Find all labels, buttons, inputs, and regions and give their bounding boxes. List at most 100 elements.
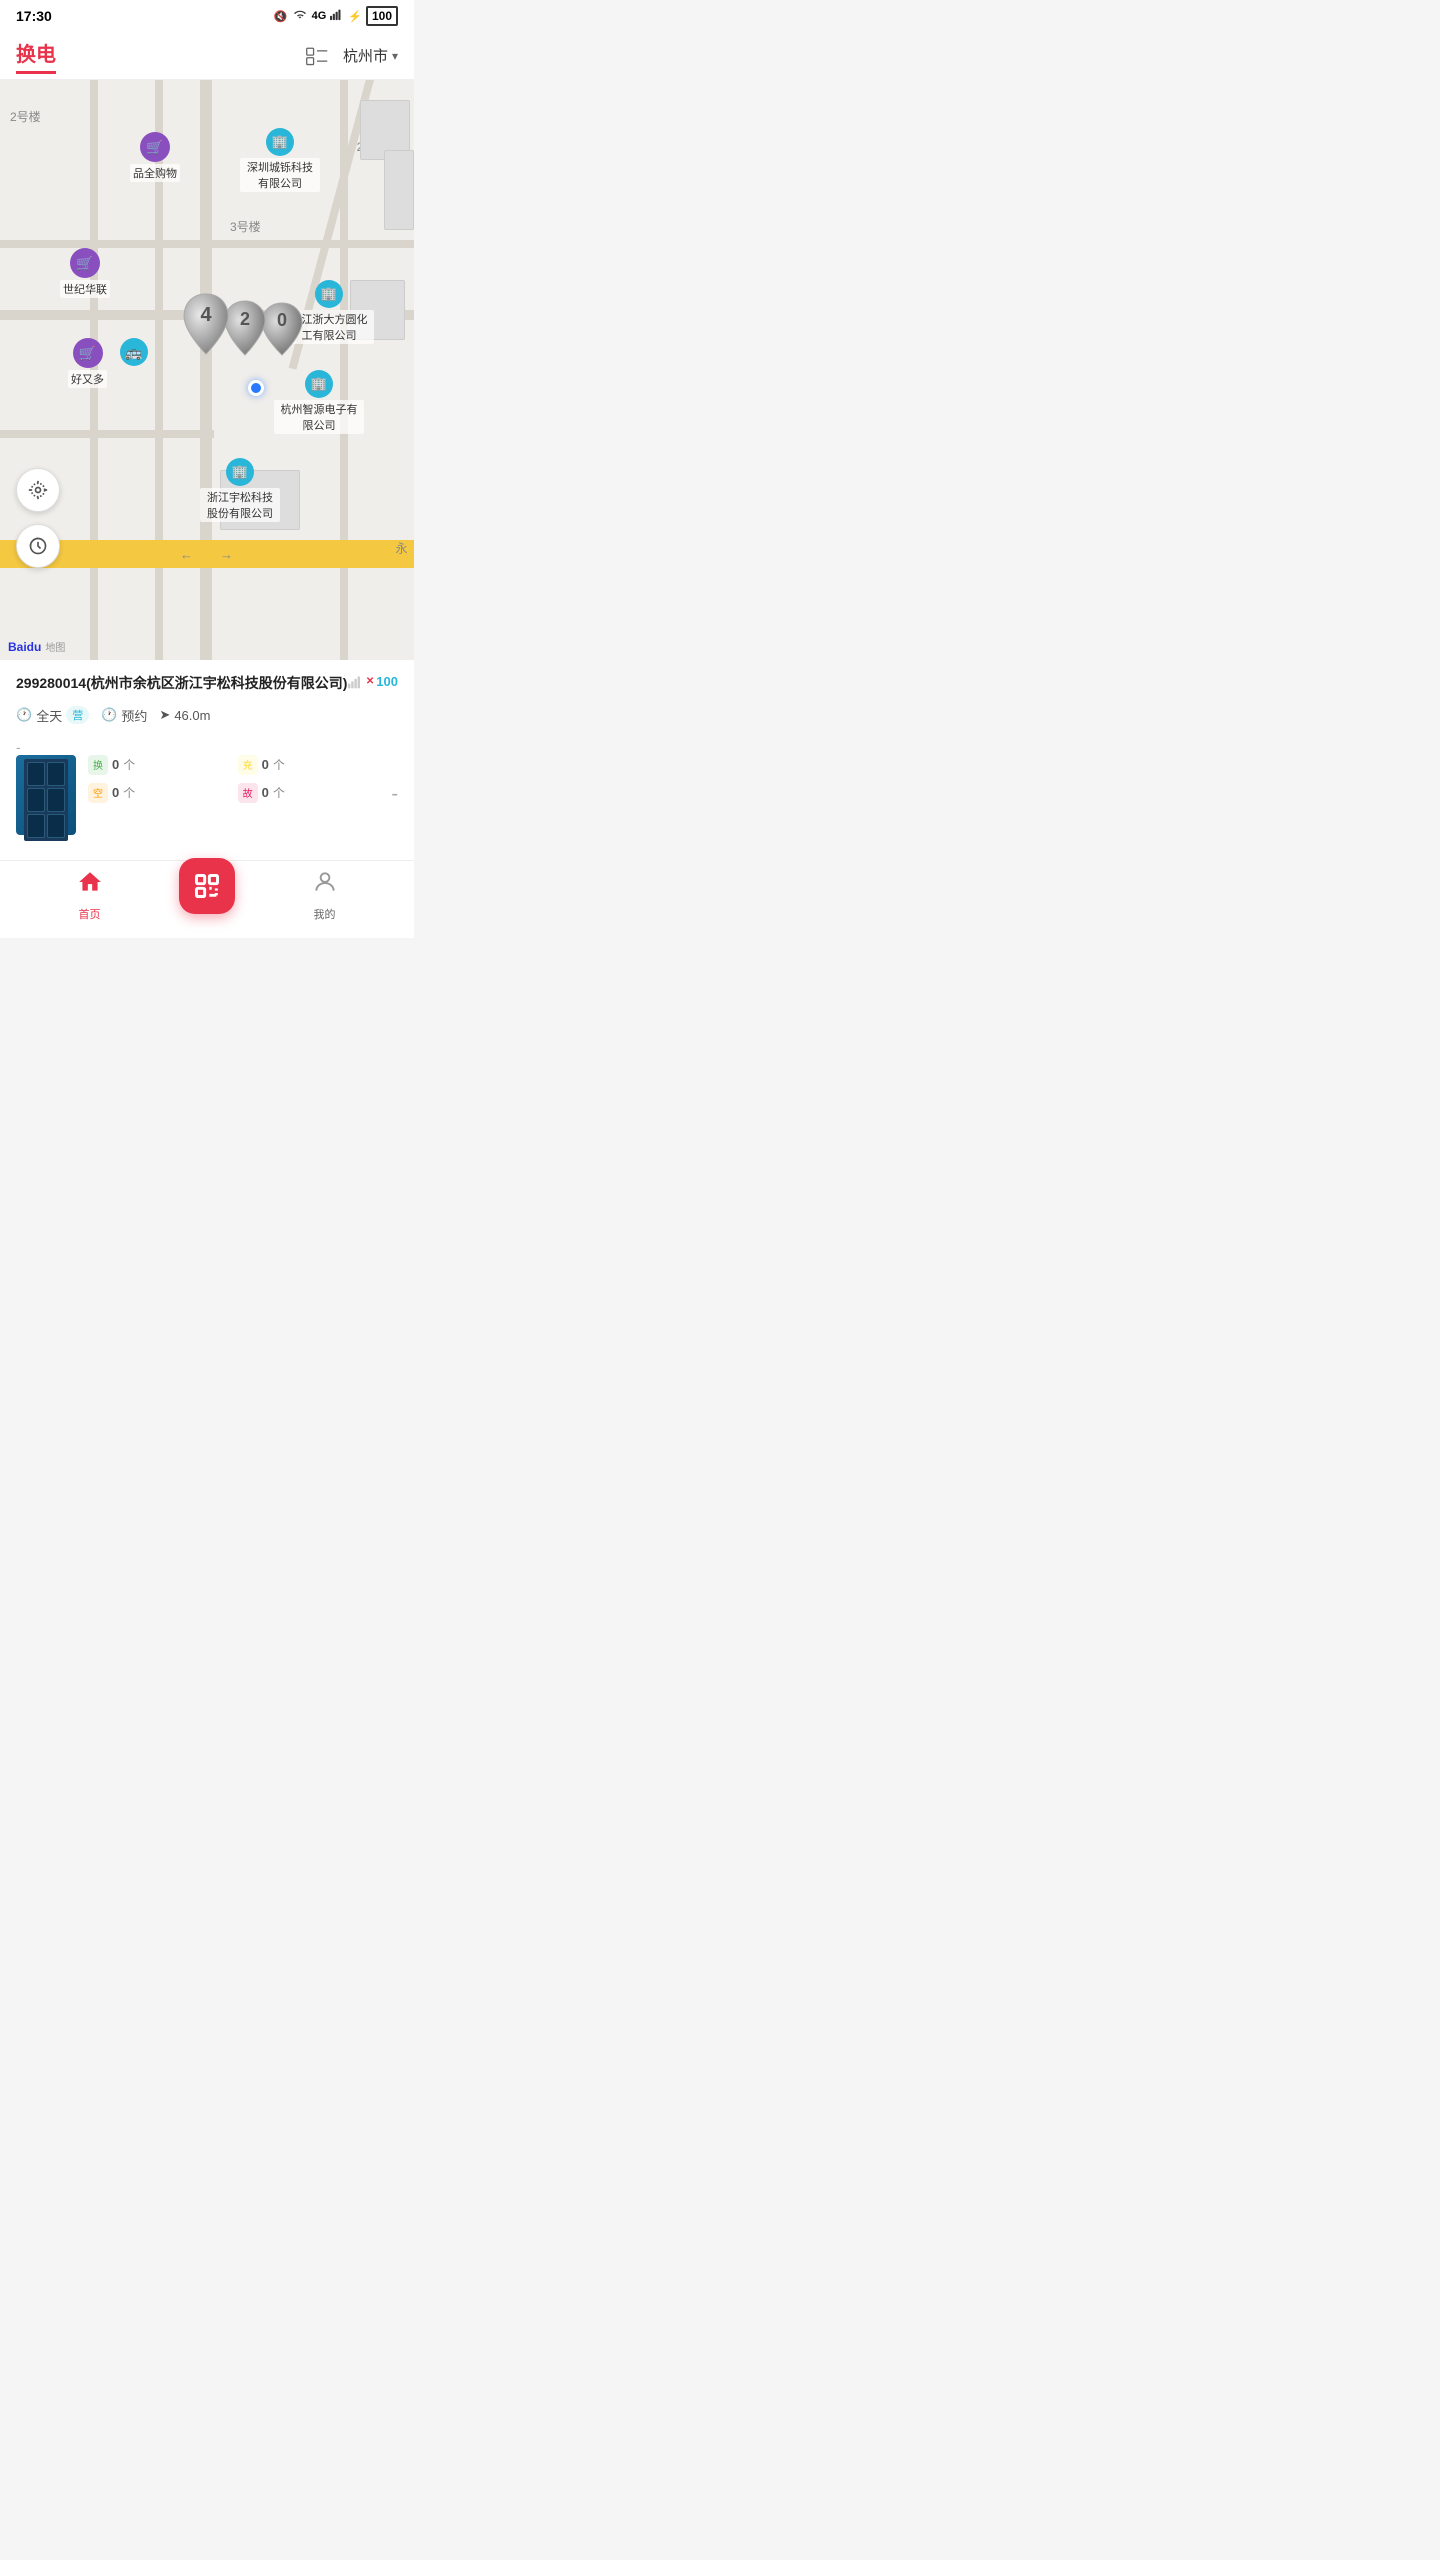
scan-button[interactable] [179, 858, 235, 914]
poi-label-haoyouduo: 好又多 [68, 370, 107, 388]
hours-text: 全天 [36, 706, 62, 725]
clock-icon-1: 🕐 [16, 707, 32, 723]
gu-count: 0 [262, 785, 269, 800]
kong-count: 0 [112, 785, 119, 800]
road-arrow-left: ← [180, 547, 193, 562]
road-h4 [0, 430, 214, 438]
shopping-icon-3: 🛒 [73, 338, 103, 368]
panel-dash-right: - [391, 783, 398, 806]
battery-icon: 100 [366, 6, 398, 26]
poi-haoyouduo[interactable]: 🛒 好又多 [68, 338, 107, 388]
building-icon-4: 🏢 [226, 458, 254, 486]
road-vertical-1 [200, 80, 212, 660]
reserve-text: 预约 [121, 706, 147, 725]
slot-4 [47, 788, 65, 812]
huan-icon: 换 [88, 755, 108, 775]
slot-2 [47, 762, 65, 786]
hours-info: 🕐 全天 营 [16, 706, 89, 725]
poi-hangzhouzhiyuan[interactable]: 🏢 杭州智源电子有限公司 [274, 370, 364, 434]
building-icon-1: 🏢 [266, 128, 294, 156]
gu-icon: 故 [238, 783, 258, 803]
home-icon [77, 869, 103, 902]
svg-text:2: 2 [240, 309, 250, 329]
status-icons: 🔇 4G ⚡ 100 [274, 6, 398, 26]
slot-6 [47, 814, 65, 838]
clock-icon-2: 🕐 [101, 707, 117, 723]
current-location-dot [248, 380, 264, 396]
nav-home[interactable]: 首页 [0, 869, 179, 922]
reserve-info: 🕐 预约 [101, 706, 147, 725]
navigation-icon: ➤ [159, 707, 170, 723]
gu-unit: 个 [273, 784, 285, 801]
building-icon-2: 🏢 [315, 280, 343, 308]
kong-icon: 空 [88, 783, 108, 803]
main-road-yellow [0, 540, 414, 568]
mute-icon: 🔇 [274, 10, 288, 23]
distance-info: ➤ 46.0m [159, 707, 210, 723]
road-sign-yong: 永 [393, 542, 410, 554]
poi-zhejiangusong[interactable]: 🏢 浙江宇松科技股份有限公司 [200, 458, 280, 522]
status-bar: 17:30 🔇 4G ⚡ 100 [0, 0, 414, 32]
info-panel: 299280014(杭州市余杭区浙江宇松科技股份有限公司) 🕐 全天 营 🕐 预… [0, 660, 414, 860]
baidu-text: 地图 [45, 639, 65, 654]
svg-text:0: 0 [277, 310, 287, 330]
open-badge: 营 [66, 706, 89, 724]
station-title: 299280014(杭州市余杭区浙江宇松科技股份有限公司) [16, 674, 398, 694]
road-h3 [0, 240, 414, 248]
dash-separator: - [16, 739, 398, 755]
battery-count-chong: 充 0 个 [238, 755, 380, 775]
city-name: 杭州市 [343, 45, 388, 66]
poi-label-shijihualian: 世纪华联 [60, 280, 110, 298]
svg-text:4: 4 [200, 304, 212, 326]
poi-pinquangouwu[interactable]: 🛒 品全购物 [130, 132, 180, 182]
slot-5 [27, 814, 45, 838]
chong-count: 0 [262, 757, 269, 772]
signal-value: 100 [376, 674, 398, 689]
building-icon-3: 🏢 [305, 370, 333, 398]
battery-count-huan: 换 0 个 [88, 755, 230, 775]
grid-list-button[interactable] [299, 38, 335, 74]
poi-label-zhejiangusong: 浙江宇松科技股份有限公司 [200, 488, 280, 522]
nav-title[interactable]: 换电 [16, 38, 56, 74]
pin-4[interactable]: 4 [180, 290, 232, 363]
kong-unit: 个 [123, 784, 135, 801]
status-time: 17:30 [16, 8, 52, 24]
lightning-icon: ⚡ [348, 10, 362, 23]
bottom-nav: 首页 我的 [0, 860, 414, 938]
profile-icon [312, 869, 338, 902]
station-meta: 🕐 全天 营 🕐 预约 ➤ 46.0m [16, 706, 398, 725]
battery-info-row: 换 0 个 充 0 个 空 0 个 故 0 个 - [16, 755, 398, 835]
station-image [16, 755, 76, 835]
chong-unit: 个 [273, 756, 285, 773]
huan-count: 0 [112, 757, 119, 772]
chong-icon: 充 [238, 755, 258, 775]
signal-x-icon: ✕ [366, 676, 374, 687]
distance-text: 46.0m [174, 708, 210, 723]
poi-shijihualian[interactable]: 🛒 世纪华联 [60, 248, 110, 298]
chevron-down-icon: ▾ [392, 49, 398, 63]
bus-icon: 🚌 [120, 338, 148, 366]
pin-cluster[interactable]: 4 2 [180, 290, 304, 363]
mine-label: 我的 [314, 906, 336, 922]
4g-icon: 4G [312, 10, 327, 22]
nav-mine[interactable]: 我的 [235, 869, 414, 922]
signal-badge: ✕ 100 [348, 674, 398, 689]
map-view[interactable]: ← → 21号楼 2号楼 3号楼 荆大线 永 🚌 🛒 品全购物 🛒 世纪华联 🛒… [0, 80, 414, 660]
history-button[interactable] [16, 524, 60, 568]
slot-3 [27, 788, 45, 812]
huan-unit: 个 [123, 756, 135, 773]
city-selector[interactable]: 杭州市 ▾ [343, 45, 398, 66]
baidu-watermark: Baidu 地图 [0, 639, 73, 654]
locate-button[interactable] [16, 468, 60, 512]
road-arrow-right: → [220, 547, 233, 562]
signal-icon [330, 8, 344, 24]
bus-marker[interactable]: 🚌 [120, 338, 148, 366]
poi-label-hangzhouzhiyuan: 杭州智源电子有限公司 [274, 400, 364, 434]
wifi-icon [292, 8, 308, 24]
battery-slots [24, 759, 68, 841]
poi-shenzhenchengshuo[interactable]: 🏢 深圳城铄科技有限公司 [240, 128, 320, 192]
top-nav: 换电 杭州市 ▾ [0, 32, 414, 80]
battery-count-gu: 故 0 个 [238, 783, 380, 803]
poi-label-shenzhenchengshuo: 深圳城铄科技有限公司 [240, 158, 320, 192]
shopping-icon-2: 🛒 [70, 248, 100, 278]
